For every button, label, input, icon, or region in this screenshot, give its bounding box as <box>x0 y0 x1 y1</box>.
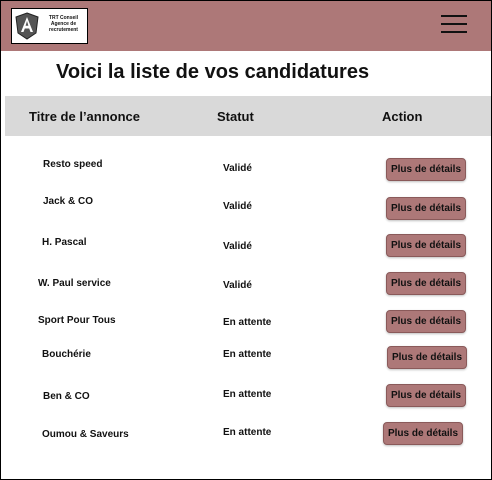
row-offer-title: Ben & CO <box>43 391 90 402</box>
row-offer-title: Oumou & Saveurs <box>42 429 129 440</box>
column-header-action: Action <box>382 109 423 124</box>
row-status: En attente <box>223 349 272 360</box>
details-button[interactable]: Plus de détails <box>386 272 466 295</box>
row-status: Validé <box>223 201 252 212</box>
table-header: Titre de l’annonce Statut Action <box>5 96 491 136</box>
row-status: En attente <box>223 427 272 438</box>
row-offer-title: Jack & CO <box>43 196 94 207</box>
brand-logo-text: TRT Conseil Agence de recrutement <box>42 15 85 33</box>
brand-line-3: recrutement <box>49 27 78 33</box>
row-status: Validé <box>223 241 252 252</box>
details-button[interactable]: Plus de détails <box>386 384 466 407</box>
details-button[interactable]: Plus de détails <box>386 197 466 220</box>
brand-logo[interactable]: TRT Conseil Agence de recrutement <box>11 8 88 44</box>
column-header-title: Titre de l’annonce <box>29 109 141 124</box>
row-status: En attente <box>223 317 272 328</box>
app-frame: TRT Conseil Agence de recrutement Voici … <box>0 0 492 480</box>
details-button[interactable]: Plus de détails <box>386 310 466 333</box>
row-offer-title: H. Pascal <box>42 237 87 248</box>
details-button[interactable]: Plus de détails <box>386 234 466 257</box>
row-offer-title: W. Paul service <box>38 278 111 289</box>
row-status: Validé <box>223 280 252 291</box>
row-status: Validé <box>223 163 252 174</box>
row-offer-title: Sport Pour Tous <box>38 315 116 326</box>
page-title: Voici la liste de vos candidatures <box>56 61 370 83</box>
angular-shield-icon <box>15 12 39 40</box>
top-header: TRT Conseil Agence de recrutement <box>1 1 491 51</box>
details-button[interactable]: Plus de détails <box>386 158 466 181</box>
hamburger-menu-button[interactable] <box>441 13 467 35</box>
row-offer-title: Bouchérie <box>42 349 91 360</box>
details-button[interactable]: Plus de détails <box>387 346 467 369</box>
row-status: En attente <box>223 389 272 400</box>
column-header-status: Statut <box>217 109 254 124</box>
details-button[interactable]: Plus de détails <box>383 422 463 445</box>
row-offer-title: Resto speed <box>43 159 103 170</box>
